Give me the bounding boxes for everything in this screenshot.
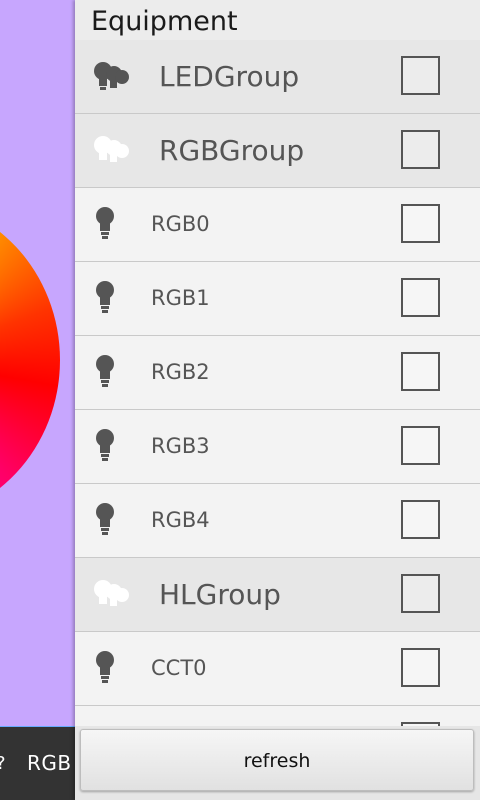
list-item-rgb2[interactable]: RGB2 (75, 336, 480, 410)
list-item-label: CCT0 (151, 656, 207, 680)
bulb-icon (94, 354, 116, 394)
bulb-icon (94, 650, 116, 690)
list-item-hlgroup[interactable]: HLGroup (75, 558, 480, 632)
bulb-icon (94, 502, 116, 542)
list-item-rgb3[interactable]: RGB3 (75, 410, 480, 484)
list-item-label: RGB1 (151, 286, 210, 310)
bottom-bar-icon: ? (0, 753, 6, 774)
list-item-label: RGB2 (151, 360, 210, 384)
color-wheel[interactable] (0, 200, 60, 520)
list-item-label: LEDGroup (159, 60, 300, 93)
rgb4-checkbox[interactable] (401, 500, 440, 539)
list-item-label: RGB0 (151, 212, 210, 236)
bulbs-group-icon (91, 132, 131, 174)
list-item-partial[interactable] (75, 706, 480, 726)
list-item-ledgroup[interactable]: LEDGroup (75, 40, 480, 114)
bulbs-group-icon (91, 58, 131, 100)
bulb-icon (94, 428, 116, 468)
cct0-checkbox[interactable] (401, 648, 440, 687)
hlgroup-checkbox[interactable] (401, 574, 440, 613)
rgb0-checkbox[interactable] (401, 204, 440, 243)
list-item-label: RGB3 (151, 434, 210, 458)
equipment-list[interactable]: LEDGroup RGBGroup RGB0 RGB1 RGB2 RGB3 RG… (75, 40, 480, 726)
list-item-rgb4[interactable]: RGB4 (75, 484, 480, 558)
list-item-label: RGB4 (151, 508, 210, 532)
refresh-button[interactable]: refresh (80, 729, 474, 791)
bottom-bar-label: RGB (27, 751, 72, 775)
list-item-label: RGBGroup (159, 134, 305, 167)
list-item-rgbgroup[interactable]: RGBGroup (75, 114, 480, 188)
rgbgroup-checkbox[interactable] (401, 130, 440, 169)
rgb1-checkbox[interactable] (401, 278, 440, 317)
rgb2-checkbox[interactable] (401, 352, 440, 391)
ledgroup-checkbox[interactable] (401, 56, 440, 95)
bulb-icon (94, 206, 116, 246)
equipment-drawer: Equipment LEDGroup RGBGroup RGB0 RGB1 RG… (75, 0, 480, 800)
list-item-rgb0[interactable]: RGB0 (75, 188, 480, 262)
drawer-title: Equipment (91, 6, 238, 37)
list-item-rgb1[interactable]: RGB1 (75, 262, 480, 336)
refresh-bar: refresh (75, 726, 480, 800)
rgb3-checkbox[interactable] (401, 426, 440, 465)
bulbs-group-icon (91, 576, 131, 618)
list-item-cct0[interactable]: CCT0 (75, 632, 480, 706)
list-item-label: HLGroup (159, 578, 281, 611)
bulb-icon (94, 280, 116, 320)
